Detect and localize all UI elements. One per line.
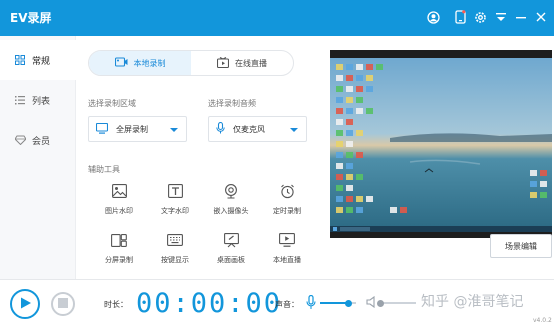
clock-icon: [278, 182, 296, 200]
sidebar-item-list[interactable]: 列表: [0, 80, 76, 120]
tab-label: 在线直播: [235, 58, 267, 68]
close-icon[interactable]: [533, 9, 549, 25]
user-icon[interactable]: [425, 9, 441, 25]
audio-label: 选择录制音频: [208, 99, 256, 108]
sidebar-item-label: 常规: [32, 56, 51, 67]
tool-local-live[interactable]: 本地直播: [259, 231, 315, 271]
speaker-volume-knob[interactable]: [376, 299, 384, 307]
sidebar-item-vip[interactable]: 会员: [0, 120, 76, 160]
tab-label: 本地录制: [133, 58, 166, 68]
chevron-down-icon: [290, 128, 298, 132]
tool-label: 按键显示: [161, 256, 189, 264]
whiteboard-icon: [222, 231, 240, 249]
tool-desktop-whiteboard[interactable]: 桌面画板: [203, 231, 259, 271]
desktop-preview-image: [330, 50, 552, 238]
settings-icon[interactable]: [472, 9, 488, 25]
main-panel: 本地录制 在线直播 选择录制区域 全屏录制 选择录制音频 仅麦克风 辅助工具 图…: [76, 36, 321, 279]
stop-record-button[interactable]: [51, 292, 75, 316]
play-icon: [18, 296, 32, 312]
broadcast-icon: [216, 56, 230, 70]
sidebar-item-general[interactable]: 常规: [0, 40, 76, 80]
audio-value: 仅麦克风: [233, 124, 265, 134]
tool-scheduled-record[interactable]: 定时录制: [259, 182, 315, 222]
preview-pane: 场景编辑: [321, 36, 554, 279]
image-icon: [110, 182, 128, 200]
sidebar-item-label: 列表: [32, 96, 51, 107]
chevron-down-icon: [170, 128, 178, 132]
camera-icon: [222, 182, 240, 200]
tool-key-display[interactable]: 按键显示: [147, 231, 203, 271]
record-timer: 00:00:00: [136, 288, 283, 319]
screen-preview: [330, 50, 552, 238]
mobile-icon[interactable]: [452, 9, 468, 25]
tool-image-watermark[interactable]: 图片水印: [91, 182, 147, 222]
title-bar: EV录屏: [0, 0, 554, 36]
diamond-icon: [14, 134, 26, 146]
watermark-text: 知乎 @淮哥笔记: [421, 294, 524, 310]
tab-online-live[interactable]: 在线直播: [191, 51, 293, 75]
grid-icon: [14, 54, 26, 66]
tool-label: 桌面画板: [217, 256, 245, 264]
tools-label: 辅助工具: [88, 165, 120, 174]
tool-label: 本地直播: [273, 256, 301, 264]
tab-local-record[interactable]: 本地录制: [89, 51, 191, 75]
microphone-icon[interactable]: [306, 294, 316, 312]
region-select[interactable]: 全屏录制: [88, 116, 187, 142]
region-value: 全屏录制: [116, 124, 148, 134]
sidebar-item-label: 会员: [32, 136, 51, 147]
stop-icon: [58, 298, 68, 310]
audio-select[interactable]: 仅麦克风: [208, 116, 307, 142]
text-icon: [166, 182, 184, 200]
list-icon: [14, 94, 26, 106]
tool-text-watermark[interactable]: 文字水印: [147, 182, 203, 222]
version-label: v4.0.2: [533, 317, 552, 324]
split-screen-icon: [110, 231, 128, 249]
bottom-bar: 时长： 00:00:00 声音： 知乎 @淮哥笔记 v4.0.2: [0, 279, 554, 328]
tool-split-screen[interactable]: 分屏录制: [91, 231, 147, 271]
tool-label: 嵌入摄像头: [213, 207, 249, 215]
minimize-icon[interactable]: [513, 9, 529, 25]
sidebar: 常规 列表 会员: [0, 36, 76, 279]
start-record-button[interactable]: [10, 289, 40, 319]
tool-label: 分屏录制: [105, 256, 133, 264]
tool-embed-camera[interactable]: 嵌入摄像头: [203, 182, 259, 222]
video-icon: [114, 57, 128, 69]
monitor-icon: [95, 122, 109, 136]
tool-label: 文字水印: [161, 207, 189, 215]
sound-label: 声音：: [275, 300, 299, 309]
speaker-volume-track[interactable]: [380, 302, 416, 304]
microphone-icon: [216, 121, 225, 136]
region-label: 选择录制区域: [88, 99, 136, 108]
monitor-play-icon: [278, 231, 296, 249]
menu-icon[interactable]: [493, 9, 509, 25]
mic-volume-knob[interactable]: [345, 299, 353, 307]
mode-tabs: 本地录制 在线直播: [88, 50, 294, 76]
scene-edit-button[interactable]: 场景编辑: [490, 234, 552, 258]
tool-label: 定时录制: [273, 207, 301, 215]
keyboard-icon: [166, 231, 184, 249]
tool-label: 图片水印: [105, 207, 133, 215]
app-title: EV录屏: [10, 11, 52, 25]
duration-label: 时长：: [104, 300, 128, 309]
